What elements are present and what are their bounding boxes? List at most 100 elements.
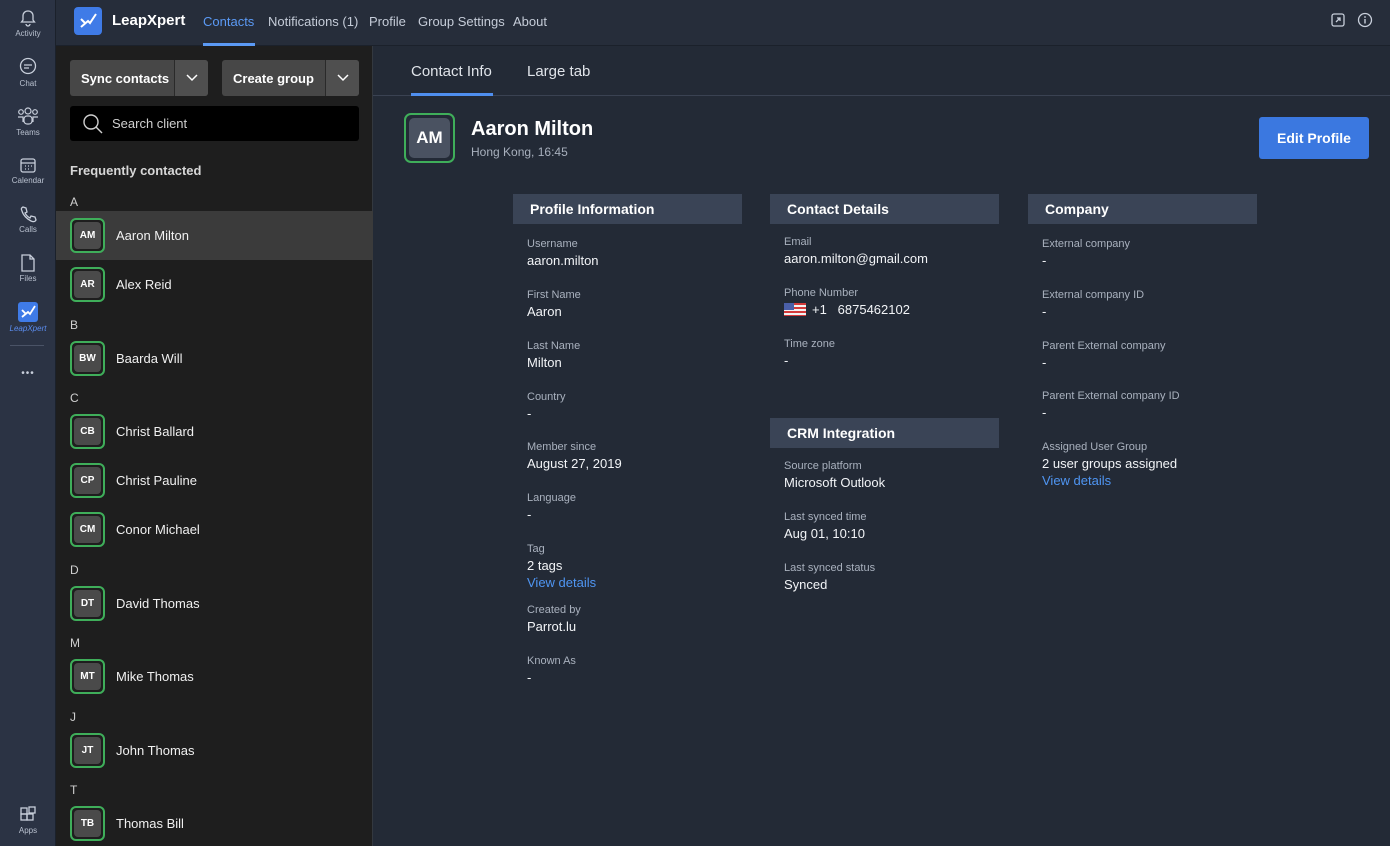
avatar: DT [70, 586, 105, 621]
avatar: CB [70, 414, 105, 449]
field-assigned-user-group: Assigned User Group 2 user groups assigne… [1042, 441, 1257, 488]
contact-item-david-thomas[interactable]: DT David Thomas [56, 579, 373, 628]
bell-icon [20, 9, 36, 27]
contact-name: Conor Michael [116, 522, 200, 537]
nav-profile[interactable]: Profile [369, 14, 406, 29]
tab-bar: Contact Info Large tab [373, 46, 1390, 96]
info-icon[interactable] [1357, 12, 1373, 28]
letter-heading: C [70, 391, 79, 405]
section-profile-information: Profile Information [513, 194, 742, 224]
field-phone-number: Phone Number +1 6875462102 [784, 287, 910, 317]
field-last-synced-status: Last synced status Synced [784, 562, 876, 592]
letter-heading: T [70, 783, 78, 797]
letter-heading: D [70, 563, 79, 577]
field-language: Language - [527, 492, 576, 522]
create-group-dropdown[interactable] [325, 60, 359, 96]
more-apps-button[interactable]: ••• [0, 350, 56, 396]
user-group-view-details-link[interactable]: View details [1042, 473, 1257, 488]
search-icon [83, 113, 103, 133]
field-member-since: Member since August 27, 2019 [527, 441, 622, 471]
profile-avatar: AM [404, 113, 455, 163]
rail-chat[interactable]: Chat [0, 49, 56, 95]
avatar: MT [70, 659, 105, 694]
contact-item-christ-pauline[interactable]: CP Christ Pauline [56, 456, 373, 505]
field-last-synced-time: Last synced time Aug 01, 10:10 [784, 511, 867, 541]
tab-active-indicator [411, 93, 493, 96]
letter-heading: B [70, 318, 79, 332]
contact-item-john-thomas[interactable]: JT John Thomas [56, 726, 373, 775]
frequently-contacted-title: Frequently contacted [70, 163, 202, 178]
teams-icon [18, 106, 38, 125]
field-last-name: Last Name Milton [527, 340, 581, 370]
contact-item-christ-ballard[interactable]: CB Christ Ballard [56, 407, 373, 456]
section-company: Company [1028, 194, 1257, 224]
nav-contacts[interactable]: Contacts [203, 14, 254, 29]
rail-label: Calendar [11, 175, 45, 185]
letter-heading: A [70, 195, 79, 209]
leapxpert-logo [74, 7, 102, 35]
field-username: Username aaron.milton [527, 238, 599, 268]
contact-name: Christ Pauline [116, 473, 197, 488]
tag-view-details-link[interactable]: View details [527, 575, 742, 590]
file-icon [21, 253, 35, 272]
avatar: CM [70, 512, 105, 547]
field-known-as: Known As - [527, 655, 576, 685]
nav-notifications[interactable]: Notifications (1) [268, 14, 358, 29]
us-flag-icon [784, 303, 806, 316]
contact-name: Baarda Will [116, 351, 183, 366]
rail-calls[interactable]: Calls [0, 196, 56, 242]
rail-label: Teams [16, 127, 40, 137]
chevron-down-icon [185, 74, 198, 82]
rail-files[interactable]: Files [0, 245, 56, 291]
sync-contacts-dropdown[interactable] [174, 60, 208, 96]
nav-about[interactable]: About [513, 14, 547, 29]
contact-item-conor-michael[interactable]: CM Conor Michael [56, 505, 373, 554]
contact-name: John Thomas [116, 743, 195, 758]
contact-item-mike-thomas[interactable]: MT Mike Thomas [56, 652, 373, 701]
field-first-name: First Name Aaron [527, 289, 581, 319]
tab-contact-info[interactable]: Contact Info [411, 63, 492, 80]
rail-teams[interactable]: Teams [0, 98, 56, 144]
rail-label: Calls [19, 224, 37, 234]
avatar: BW [70, 341, 105, 376]
rail-divider [10, 345, 44, 346]
edit-profile-button[interactable]: Edit Profile [1259, 117, 1369, 159]
rail-apps[interactable]: Apps [0, 797, 56, 843]
rail-label: Activity [15, 28, 41, 38]
calendar-icon [20, 157, 36, 173]
contact-name: David Thomas [116, 596, 200, 611]
field-external-company: External company - [1042, 238, 1131, 268]
rail-label: Apps [18, 825, 38, 835]
avatar: AM [70, 218, 105, 253]
chevron-down-icon [336, 74, 349, 82]
avatar: JT [70, 733, 105, 768]
letter-heading: J [70, 710, 76, 724]
rail-leapxpert[interactable]: LeapXpert [0, 294, 56, 340]
brand-name: LeapXpert [112, 12, 186, 29]
field-email: Email aaron.milton@gmail.com [784, 236, 928, 266]
rail-activity[interactable]: Activity [0, 0, 56, 46]
contact-item-baarda-will[interactable]: BW Baarda Will [56, 334, 373, 383]
contact-name: Mike Thomas [116, 669, 194, 684]
field-source-platform: Source platform Microsoft Outlook [784, 460, 886, 490]
create-group-button[interactable]: Create group [222, 71, 325, 86]
phone-icon [20, 205, 37, 222]
nav-group-settings[interactable]: Group Settings [418, 14, 505, 29]
tab-large[interactable]: Large tab [527, 63, 590, 80]
profile-location-time: Hong Kong, 16:45 [471, 145, 568, 159]
sync-contacts-button[interactable]: Sync contacts [70, 71, 174, 86]
field-external-company-id: External company ID - [1042, 289, 1145, 319]
popout-icon[interactable] [1330, 12, 1346, 28]
contact-name: Aaron Milton [116, 228, 189, 243]
contact-item-alex-reid[interactable]: AR Alex Reid [56, 260, 373, 309]
contact-item-thomas-bill[interactable]: TB Thomas Bill [56, 799, 373, 846]
top-bar: LeapXpert Contacts Notifications (1) Pro… [56, 0, 1390, 46]
contact-name: Thomas Bill [116, 816, 184, 831]
search-input[interactable] [112, 116, 342, 131]
app-rail: Activity Chat Teams Calendar Calls Files… [0, 0, 56, 846]
letter-heading: M [70, 636, 80, 650]
contact-detail-panel: Contact Info Large tab AM Aaron Milton H… [373, 46, 1390, 846]
chat-icon [19, 57, 37, 74]
contact-item-aaron-milton[interactable]: AM Aaron Milton [56, 211, 373, 260]
rail-calendar[interactable]: Calendar [0, 147, 56, 193]
